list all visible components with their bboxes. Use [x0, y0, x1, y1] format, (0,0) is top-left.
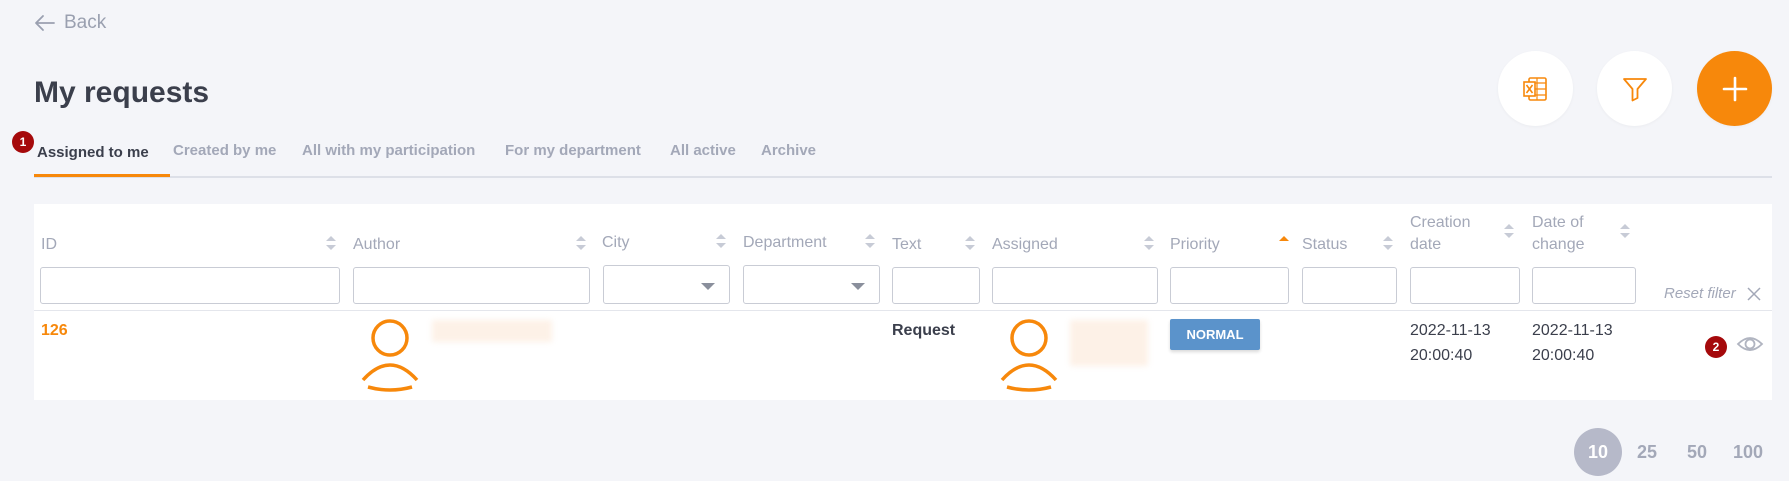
sort-icon[interactable] — [576, 236, 586, 250]
sort-icon[interactable] — [1620, 224, 1630, 238]
sort-icon[interactable] — [716, 234, 726, 248]
column-header-text[interactable]: Text — [892, 234, 921, 256]
request-text: Request — [892, 322, 956, 339]
eye-icon[interactable] — [1736, 334, 1764, 354]
sort-icon[interactable] — [326, 236, 336, 250]
text-filter-input[interactable] — [892, 267, 980, 304]
page-size-10[interactable]: 10 — [1574, 428, 1622, 476]
tab-all-active[interactable]: All active — [670, 142, 736, 159]
filter-button[interactable] — [1597, 51, 1672, 126]
page-title: My requests — [34, 76, 210, 109]
column-header-line: change — [1532, 236, 1585, 253]
tab-for-my-department[interactable]: For my department — [505, 142, 641, 159]
creation-date-cell: 2022-11-13 20:00:40 — [1410, 318, 1491, 368]
requests-table: ID Author City Department Text Assigned … — [34, 204, 1772, 400]
author-name-redacted — [432, 320, 552, 342]
excel-export-icon — [1522, 76, 1547, 101]
arrow-left-icon — [35, 15, 55, 31]
assigned-filter-input[interactable] — [992, 267, 1158, 304]
user-avatar-icon — [1000, 319, 1058, 392]
column-header-id[interactable]: ID — [41, 234, 57, 256]
column-header-line: Creation — [1410, 214, 1471, 231]
tab-archive[interactable]: Archive — [761, 142, 816, 159]
sort-icon[interactable] — [1144, 236, 1154, 250]
change-date-value: 2022-11-13 — [1532, 322, 1613, 339]
column-header-priority[interactable]: Priority — [1170, 234, 1220, 256]
date-of-change-filter-input[interactable] — [1532, 267, 1636, 304]
row-divider — [34, 310, 1772, 311]
sort-ascending-icon[interactable] — [1279, 236, 1289, 250]
close-icon — [1747, 286, 1761, 301]
column-header-city[interactable]: City — [602, 232, 630, 254]
request-id-link[interactable]: 126 — [41, 318, 68, 343]
creation-time-value: 20:00:40 — [1410, 347, 1473, 364]
back-label: Back — [64, 12, 107, 33]
funnel-icon — [1622, 77, 1647, 101]
department-filter-select[interactable] — [743, 265, 880, 304]
page-size-100[interactable]: 100 — [1724, 428, 1772, 476]
page-size-25[interactable]: 25 — [1623, 428, 1671, 476]
tab-assigned-to-me[interactable]: Assigned to me — [37, 144, 149, 161]
column-header-department[interactable]: Department — [743, 232, 827, 254]
sort-icon[interactable] — [1504, 224, 1514, 238]
change-time-value: 20:00:40 — [1532, 347, 1595, 364]
reset-filter-button[interactable]: Reset filter — [1664, 285, 1762, 302]
city-filter-select[interactable] — [603, 265, 730, 304]
creation-date-filter-input[interactable] — [1410, 267, 1520, 304]
user-avatar-icon — [361, 319, 419, 392]
excel-export-button[interactable] — [1498, 51, 1573, 126]
column-header-creation-date[interactable]: Creation date — [1410, 212, 1470, 256]
tab-all-with-my-participation[interactable]: All with my participation — [302, 142, 475, 159]
notification-badge: 1 — [12, 131, 34, 153]
back-link[interactable]: Back — [34, 12, 106, 34]
chevron-down-icon — [701, 283, 715, 290]
column-header-author[interactable]: Author — [353, 234, 400, 256]
column-header-assigned[interactable]: Assigned — [992, 234, 1058, 256]
sort-icon[interactable] — [865, 234, 875, 248]
tab-created-by-me[interactable]: Created by me — [173, 142, 276, 159]
column-header-date-of-change[interactable]: Date of change — [1532, 212, 1585, 256]
column-header-line: date — [1410, 236, 1442, 253]
priority-badge: NORMAL — [1170, 319, 1260, 350]
chevron-down-icon — [851, 283, 865, 290]
add-request-button[interactable] — [1697, 51, 1772, 126]
sort-icon[interactable] — [965, 236, 975, 250]
column-header-line: Date of — [1532, 214, 1584, 231]
column-header-status[interactable]: Status — [1302, 234, 1347, 256]
assignee-name-redacted — [1070, 320, 1148, 366]
sort-icon[interactable] — [1383, 236, 1393, 250]
change-date-cell: 2022-11-13 20:00:40 — [1532, 318, 1613, 368]
tab-bar: Assigned to me Created by me All with my… — [34, 132, 1772, 178]
status-filter-input[interactable] — [1302, 267, 1397, 304]
page-size-50[interactable]: 50 — [1673, 428, 1721, 476]
active-tab-indicator — [34, 174, 170, 177]
priority-filter-input[interactable] — [1170, 267, 1289, 304]
creation-date-value: 2022-11-13 — [1410, 322, 1491, 339]
notification-badge: 2 — [1705, 336, 1727, 358]
reset-filter-label: Reset filter — [1664, 285, 1736, 302]
author-filter-input[interactable] — [353, 267, 590, 304]
id-filter-input[interactable] — [40, 267, 340, 304]
plus-icon — [1722, 76, 1747, 101]
